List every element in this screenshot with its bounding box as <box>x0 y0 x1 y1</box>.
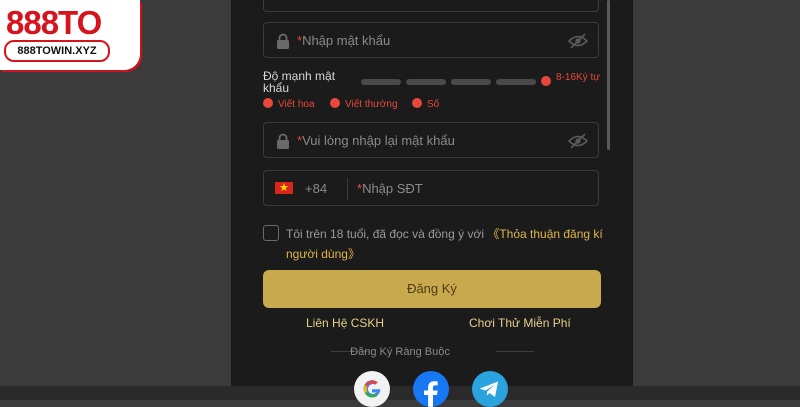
password-strength-label: Độ mạnh mật khẩu <box>263 69 336 95</box>
error-dot-icon <box>541 76 551 86</box>
phone-placeholder: *Nhập SĐT <box>357 181 423 196</box>
vietnam-flag-icon[interactable]: ★ <box>275 182 293 194</box>
strength-bar <box>451 79 491 85</box>
contact-support-link[interactable]: Liên Hệ CSKH <box>306 316 384 330</box>
lock-icon <box>277 33 289 49</box>
rule-uppercase: Viết hoa <box>263 98 315 110</box>
strength-bar <box>406 79 446 85</box>
bind-register-title: Đăng Ký Ràng Buộc <box>350 346 450 358</box>
brand-logo: 888TO 888TOWIN.XYZ <box>0 0 140 70</box>
country-code[interactable]: +84 <box>305 181 327 196</box>
eye-slash-icon[interactable] <box>568 133 588 149</box>
terms-checkbox[interactable] <box>263 225 279 241</box>
bottom-shade <box>0 386 800 400</box>
rule-lowercase: Viết thường <box>330 98 398 110</box>
register-button[interactable]: Đăng Ký <box>263 270 601 308</box>
divider <box>496 351 534 352</box>
error-dot-icon <box>412 98 422 109</box>
error-dot-icon <box>263 98 273 109</box>
terms-text: Tôi trên 18 tuổi, đã đọc và đồng ý với 《… <box>286 227 603 261</box>
strength-bar <box>361 79 401 85</box>
telegram-icon[interactable] <box>472 371 508 407</box>
lock-icon <box>277 133 289 149</box>
free-trial-link[interactable]: Chơi Thử Miễn Phí <box>469 316 571 330</box>
facebook-icon[interactable] <box>413 371 449 407</box>
phone-field[interactable]: ★ +84 *Nhập SĐT <box>263 170 599 206</box>
confirm-password-field[interactable]: *Vui lòng nhập lại mật khẩu <box>263 122 599 158</box>
eye-slash-icon[interactable] <box>568 33 588 49</box>
error-dot-icon <box>330 98 340 109</box>
logo-domain-text: 888TOWIN.XYZ <box>4 40 110 62</box>
confirm-password-placeholder: *Vui lòng nhập lại mật khẩu <box>297 133 455 148</box>
password-field[interactable]: *Nhập mật khẩu <box>263 22 599 58</box>
divider <box>347 178 348 200</box>
scrollbar[interactable] <box>607 0 610 150</box>
strength-bar <box>496 79 536 85</box>
rule-number: Số <box>412 98 439 110</box>
password-placeholder: *Nhập mật khẩu <box>297 33 391 48</box>
logo-brand-text: 888TO <box>6 4 102 41</box>
username-field[interactable] <box>263 0 599 12</box>
google-icon[interactable] <box>354 371 390 407</box>
